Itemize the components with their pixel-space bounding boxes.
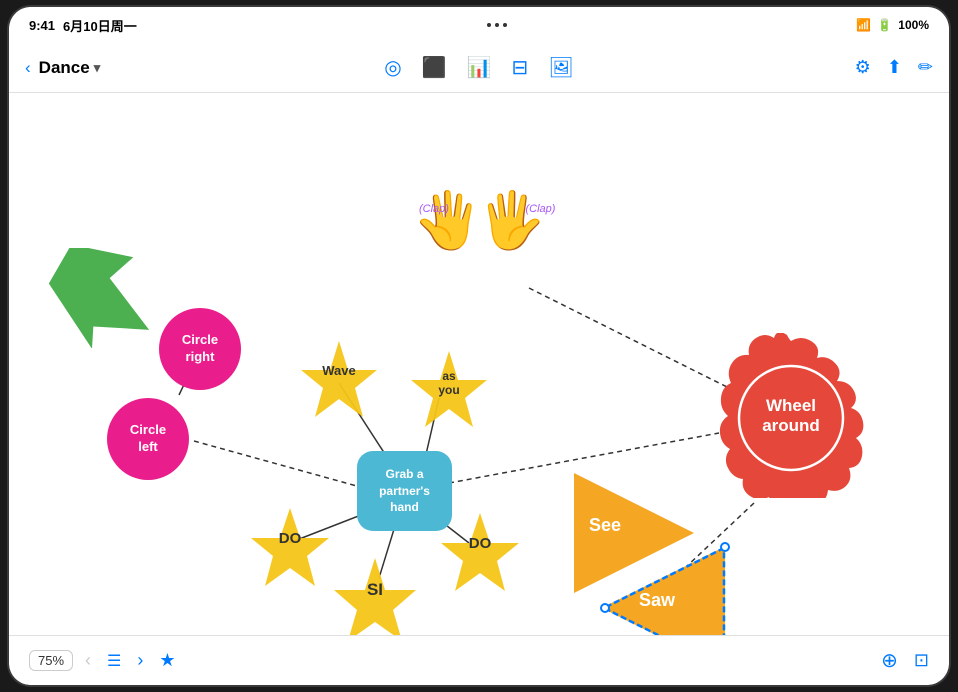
as-you-star[interactable]: asyou (409, 351, 489, 436)
dot3 (503, 23, 507, 27)
handle-tr[interactable] (720, 542, 730, 552)
fullscreen-icon[interactable]: ⊡ (914, 650, 929, 671)
bottom-bar: 75% ‹ ☰ › ★ ⊕ ⊡ (9, 635, 949, 685)
canvas: Circle right Circle left 🖐 🖐 (Clap) (Cla… (9, 93, 949, 635)
prev-button[interactable]: ‹ (81, 646, 95, 675)
svg-text:Wheel: Wheel (766, 396, 816, 415)
document-title[interactable]: Dance ▾ (39, 58, 101, 78)
do-left-label: DO (249, 530, 331, 547)
status-bar: 9:41 6月10日周一 📶 🔋 100% (9, 7, 949, 43)
slide-list-button[interactable]: ☰ (103, 647, 125, 675)
circle-right[interactable]: Circle right (159, 308, 241, 390)
handle-ml[interactable] (600, 603, 610, 613)
back-chevron: ‹ (25, 58, 31, 78)
star-button[interactable]: ★ (155, 646, 179, 675)
see-label: See (589, 515, 621, 536)
clap-hands: 🖐 🖐 (Clap) (Clap) (414, 188, 545, 253)
as-you-label: asyou (409, 369, 489, 397)
saw-label: Saw (639, 590, 675, 611)
do-right-star[interactable]: DO (439, 513, 521, 600)
toolbar-icon-table[interactable]: ⬛ (422, 55, 447, 80)
wave-star[interactable]: Wave (299, 341, 379, 426)
battery-icon: 🔋 (877, 18, 892, 32)
grab-partner-hand[interactable]: Grab apartner'shand (357, 451, 452, 531)
toolbar-icon-edit[interactable]: ✏ (918, 57, 933, 78)
arrange-icon[interactable]: ⊕ (881, 648, 898, 673)
green-arrow (49, 248, 159, 353)
dot2 (495, 23, 499, 27)
wifi-icon: 📶 (856, 18, 871, 32)
date: 6月10日周一 (63, 16, 137, 35)
svg-text:around: around (762, 416, 820, 435)
wheel-around[interactable]: Wheel around (709, 333, 874, 503)
next-button[interactable]: › (133, 646, 147, 675)
battery-level: 100% (898, 18, 929, 32)
toolbar-icon-shapes[interactable]: ◎ (384, 55, 401, 80)
si-star[interactable]: SI (331, 558, 419, 635)
toolbar-icon-text[interactable]: ⊟ (512, 55, 529, 80)
circle-left[interactable]: Circle left (107, 398, 189, 480)
time: 9:41 (29, 18, 55, 33)
zoom-level[interactable]: 75% (29, 650, 73, 671)
si-label: SI (331, 580, 419, 600)
do-left-star[interactable]: DO (249, 508, 331, 595)
toolbar: ‹ Dance ▾ ◎ ⬛ 📊 ⊟ 🖼 ⚙ ⬆ ✏ (9, 43, 949, 93)
dropdown-chevron: ▾ (94, 60, 101, 76)
wave-label: Wave (299, 363, 379, 378)
dot1 (487, 23, 491, 27)
saw-triangle[interactable]: Saw (604, 538, 734, 635)
toolbar-icon-settings[interactable]: ⚙ (855, 57, 871, 78)
toolbar-icon-share[interactable]: ⬆ (887, 57, 902, 78)
do-right-label: DO (439, 535, 521, 552)
zoom-control: 75% ‹ ☰ › ★ (29, 646, 180, 675)
back-button[interactable]: ‹ (25, 58, 31, 78)
toolbar-icon-media[interactable]: 🖼 (548, 55, 573, 80)
toolbar-icon-chart[interactable]: 📊 (467, 55, 492, 80)
